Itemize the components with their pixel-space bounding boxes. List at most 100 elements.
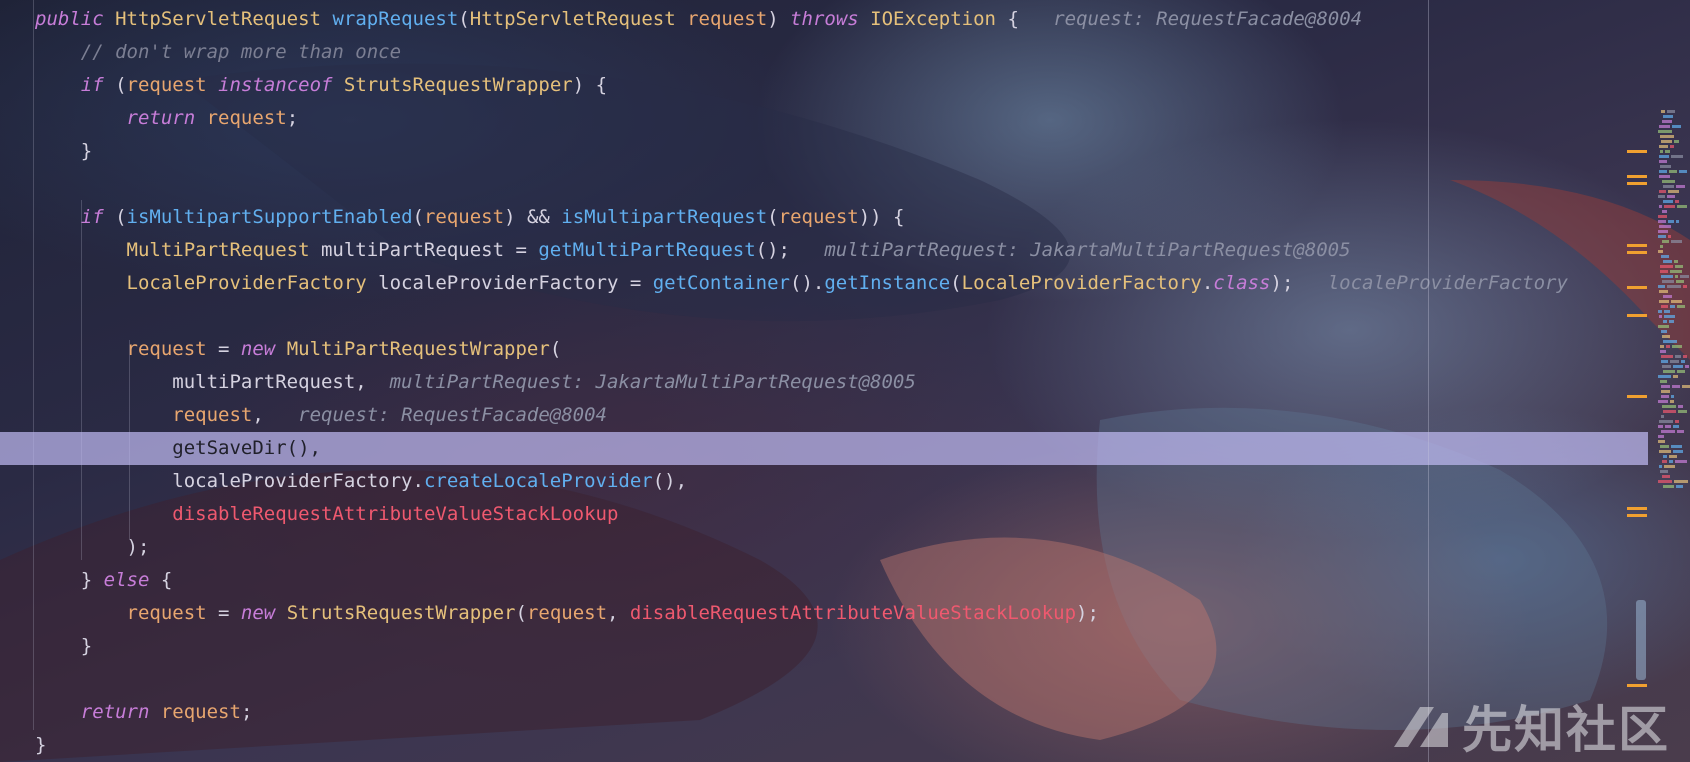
code-token: ( <box>767 206 779 228</box>
inline-debug-value: multiPartRequest: JakartaMultiPartReques… <box>389 371 916 393</box>
code-line[interactable]: if (isMultipartSupportEnabled(request) &… <box>0 201 1648 234</box>
code-line[interactable]: disableRequestAttributeValueStackLookup <box>0 498 1648 531</box>
code-token: = <box>206 602 241 624</box>
code-line[interactable]: return request; <box>0 102 1648 135</box>
code-token: return <box>80 701 150 723</box>
inline-debug-value: request: RequestFacade@8004 <box>298 404 607 426</box>
code-token: ; <box>240 701 253 723</box>
code-token: } <box>35 734 47 756</box>
watermark: 先知社区 <box>1390 690 1670 762</box>
code-token: MultiPartRequestWrapper <box>286 338 550 360</box>
code-minimap[interactable] <box>1658 110 1690 610</box>
code-line[interactable]: } <box>0 630 1648 663</box>
code-token: new <box>240 602 276 624</box>
inline-debug-value: request: RequestFacade@8004 <box>1053 8 1363 30</box>
code-token: ( <box>103 206 127 228</box>
code-token: createLocaleProvider <box>423 470 653 492</box>
code-line[interactable] <box>0 300 1648 333</box>
code-token: request <box>160 701 241 723</box>
code-line[interactable]: request, request: RequestFacade@8004 <box>0 399 1648 432</box>
code-token: ); <box>1270 272 1328 294</box>
code-token: HttpServletRequest <box>469 8 676 30</box>
code-token: { <box>996 8 1054 30</box>
code-token: disableRequestAttributeValueStackLookup <box>172 503 619 525</box>
code-line[interactable]: request = new StrutsRequestWrapper(reque… <box>0 597 1648 630</box>
code-token: . <box>1201 272 1214 294</box>
code-line[interactable]: } else { <box>0 564 1648 597</box>
code-token: )) { <box>858 206 905 228</box>
code-token: (). <box>790 272 825 294</box>
code-line[interactable]: public HttpServletRequest wrapRequest(Ht… <box>0 3 1648 36</box>
code-line[interactable]: localeProviderFactory.createLocaleProvid… <box>0 465 1648 498</box>
code-line[interactable]: // don't wrap more than once <box>0 36 1648 69</box>
code-token: ( <box>515 602 527 624</box>
code-token: if <box>80 206 104 228</box>
code-line[interactable]: if (request instanceof StrutsRequestWrap… <box>0 69 1648 102</box>
code-line[interactable]: multiPartRequest, multiPartRequest: Jaka… <box>0 366 1648 399</box>
code-token: LocaleProviderFactory <box>126 272 367 294</box>
code-token: ) && <box>504 206 562 228</box>
code-token: = <box>206 338 241 360</box>
code-token: if <box>80 74 104 96</box>
code-token: StrutsRequestWrapper <box>343 74 573 96</box>
code-token: (), <box>652 470 688 492</box>
code-token: ( <box>458 8 470 30</box>
code-token: multiPartRequest, <box>35 371 390 393</box>
code-line[interactable] <box>0 168 1648 201</box>
code-token: multiPartRequest = <box>309 239 539 261</box>
code-token: } <box>35 569 104 591</box>
code-token: request <box>778 206 859 228</box>
code-token: isMultipartSupportEnabled <box>126 206 413 228</box>
code-line-current[interactable]: getSaveDir(), <box>0 432 1648 465</box>
code-token: ; <box>286 107 299 129</box>
code-token: throws <box>790 8 859 30</box>
code-token: localeProviderFactory. <box>35 470 424 492</box>
code-token: new <box>240 338 276 360</box>
code-line[interactable]: LocaleProviderFactory localeProviderFact… <box>0 267 1648 300</box>
code-token: MultiPartRequest <box>126 239 310 261</box>
code-token: request <box>172 404 253 426</box>
code-token: StrutsRequestWrapper <box>286 602 516 624</box>
code-token: HttpServletRequest <box>115 8 321 30</box>
code-token: request <box>526 602 608 624</box>
inline-debug-value: localeProviderFactory <box>1327 272 1568 294</box>
inline-debug-value: multiPartRequest: JakartaMultiPartReques… <box>824 239 1351 261</box>
code-token: getSaveDir(), <box>35 437 321 459</box>
code-token: getContainer <box>652 272 790 294</box>
code-line[interactable]: MultiPartRequest multiPartRequest = getM… <box>0 234 1648 267</box>
code-token: request <box>126 338 207 360</box>
code-token: isMultipartRequest <box>561 206 768 228</box>
code-token: request <box>206 107 287 129</box>
code-token: { <box>149 569 173 591</box>
code-token: public <box>35 8 104 30</box>
code-token: wrapRequest <box>332 8 459 30</box>
code-token: else <box>103 569 150 591</box>
right-margin-guide <box>1428 0 1429 762</box>
scrollbar-thumb[interactable] <box>1636 600 1646 680</box>
code-token: instanceof <box>218 74 333 96</box>
code-token: request <box>126 602 207 624</box>
code-line[interactable]: request = new MultiPartRequestWrapper( <box>0 333 1648 366</box>
code-line[interactable]: } <box>0 135 1648 168</box>
code-token: request <box>423 206 505 228</box>
code-token: , <box>252 404 299 426</box>
code-editor[interactable]: public HttpServletRequest wrapRequest(Ht… <box>0 0 1650 762</box>
code-token: getMultiPartRequest <box>538 239 756 261</box>
code-line[interactable]: ); <box>0 531 1648 564</box>
